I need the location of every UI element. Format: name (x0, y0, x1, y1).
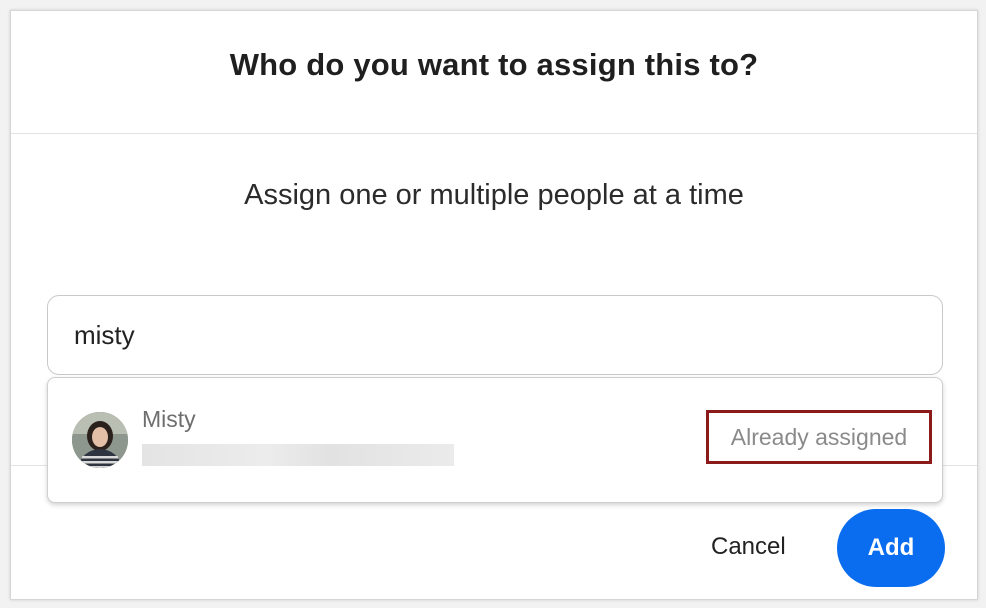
assign-dialog: Who do you want to assign this to? Assig… (10, 10, 978, 600)
dialog-header: Who do you want to assign this to? (11, 11, 977, 134)
dialog-title: Who do you want to assign this to? (229, 47, 759, 82)
result-item[interactable]: Misty Already assigned (48, 378, 942, 502)
user-photo-icon (72, 412, 128, 468)
search-results-dropdown: Misty Already assigned (47, 377, 943, 503)
page-backdrop: Who do you want to assign this to? Assig… (0, 0, 986, 608)
dialog-subtitle: Assign one or multiple people at a time (244, 179, 744, 211)
add-button[interactable]: Add (837, 509, 945, 587)
status-highlight: Already assigned (706, 410, 932, 464)
search-input[interactable] (47, 295, 943, 375)
avatar (72, 412, 128, 468)
result-name: Misty (142, 406, 196, 432)
cancel-button[interactable]: Cancel (703, 519, 794, 575)
redacted-email (142, 444, 454, 466)
status-label: Already assigned (730, 423, 908, 450)
